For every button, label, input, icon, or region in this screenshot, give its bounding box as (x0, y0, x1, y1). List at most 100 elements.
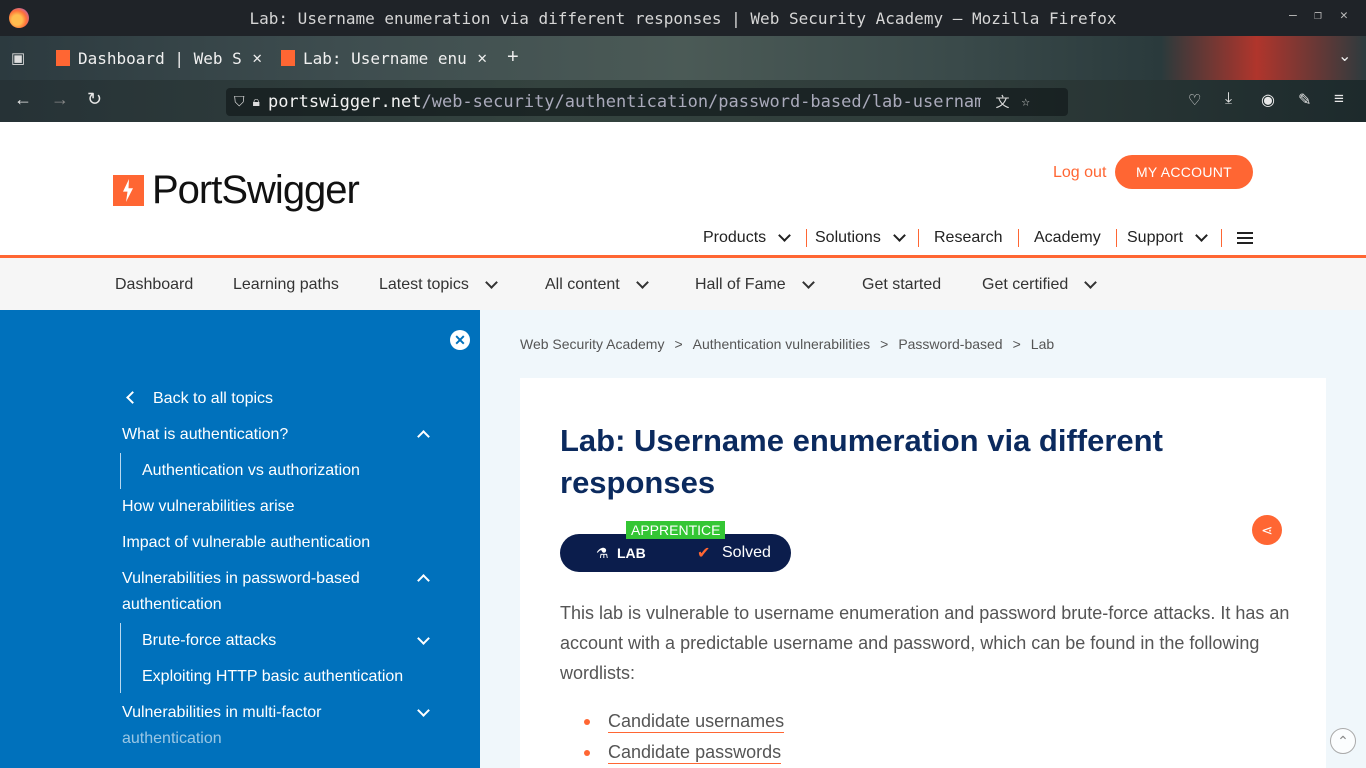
breadcrumb-authentication[interactable]: Authentication vulnerabilities (693, 336, 870, 352)
breadcrumb-separator: > (1012, 336, 1021, 352)
list-item: Candidate passwords (560, 737, 784, 768)
account-icon[interactable]: ◉ (1261, 90, 1275, 110)
firefox-logo-icon (9, 8, 29, 28)
back-arrow-icon[interactable]: ← (14, 89, 32, 110)
tab-bar: ▣ Dashboard | Web S ✕ Lab: Username enu … (0, 36, 1366, 80)
window-title: Lab: Username enumeration via different … (249, 8, 1117, 28)
lab-description: This lab is vulnerable to username enume… (560, 603, 1290, 683)
share-icon[interactable]: ⋖ (1252, 515, 1282, 545)
chevron-left-icon (126, 391, 139, 404)
forward-arrow-icon[interactable]: → (51, 89, 69, 110)
chevron-down-icon (1084, 276, 1098, 289)
sidebar-item-password-based[interactable]: Vulnerabilities in password-based (122, 570, 360, 588)
close-window-icon[interactable]: ✕ (1340, 8, 1348, 23)
sidebar-indent-line (120, 623, 121, 693)
logo-text: PortSwigger (152, 168, 360, 212)
minimize-icon[interactable]: — (1289, 8, 1297, 23)
level-badge: APPRENTICE (626, 521, 726, 539)
my-account-button[interactable]: MY ACCOUNT (1115, 155, 1253, 189)
extensions-icon[interactable]: ✎ (1298, 90, 1311, 110)
subnav-label: Hall of Fame (695, 276, 786, 293)
reload-icon[interactable]: ↻ (87, 89, 102, 110)
bookmark-star-icon[interactable]: ☆ (1021, 94, 1029, 110)
candidate-passwords-link[interactable]: Candidate passwords (608, 741, 782, 764)
chevron-down-icon (635, 276, 649, 289)
hamburger-menu-icon[interactable] (1237, 232, 1253, 244)
sidebar-indent-line (120, 453, 121, 489)
subnav-dashboard[interactable]: Dashboard (115, 276, 193, 294)
subnav-hall-of-fame[interactable]: Hall of Fame (695, 276, 815, 294)
close-tab-icon[interactable]: ✕ (477, 48, 487, 67)
subnav-latest-topics[interactable]: Latest topics (379, 276, 498, 294)
chevron-down-icon[interactable] (417, 632, 430, 645)
close-sidebar-icon[interactable]: ✕ (450, 330, 470, 350)
lock-icon[interactable]: 🔒︎ (253, 94, 260, 110)
lab-label: LAB (617, 545, 646, 561)
close-tab-icon[interactable]: ✕ (252, 48, 262, 67)
breadcrumb: Web Security Academy > Authentication vu… (520, 336, 1054, 352)
new-tab-icon[interactable]: + (507, 46, 519, 69)
subnav-learning-paths[interactable]: Learning paths (233, 276, 339, 294)
translate-icon[interactable]: 文 (995, 92, 1009, 112)
nav-support[interactable]: Support (1127, 229, 1208, 247)
pocket-icon[interactable]: ♡ (1188, 91, 1201, 109)
portswigger-logo[interactable]: PortSwigger (113, 168, 360, 213)
tab-list-icon[interactable]: ▣ (11, 49, 25, 67)
sidebar-item-impact[interactable]: Impact of vulnerable authentication (122, 534, 370, 552)
nav-products[interactable]: Products (703, 229, 792, 247)
chevron-up-icon[interactable] (417, 574, 430, 587)
subnav-get-started[interactable]: Get started (862, 276, 941, 294)
download-icon[interactable]: ⤓ (1225, 90, 1232, 108)
nav-research[interactable]: Research (934, 229, 1002, 247)
sidebar-item-what-is-authentication[interactable]: What is authentication? (122, 426, 288, 444)
tab-label: Lab: Username enu (303, 48, 467, 68)
site-header: PortSwigger Log out MY ACCOUNT Products … (0, 122, 1366, 258)
candidate-usernames-link[interactable]: Candidate usernames (608, 710, 785, 733)
breadcrumb-academy[interactable]: Web Security Academy (520, 336, 664, 352)
chevron-down-icon[interactable] (417, 704, 430, 717)
url-path: /web-security/authentication/password-ba… (421, 92, 982, 112)
window-titlebar: Lab: Username enumeration via different … (0, 0, 1366, 36)
sidebar-item-password-based-cont[interactable]: authentication (122, 596, 222, 614)
nav-divider (1221, 229, 1222, 247)
nav-academy[interactable]: Academy (1034, 229, 1101, 247)
nav-solutions[interactable]: Solutions (815, 229, 906, 247)
subnav-label: Latest topics (379, 276, 469, 293)
sidebar-item-http-basic-auth[interactable]: Exploiting HTTP basic authentication (142, 668, 403, 686)
checkmark-icon: ✔ (697, 545, 711, 562)
tab-label: Dashboard | Web S (78, 48, 242, 68)
subnav-all-content[interactable]: All content (545, 276, 649, 294)
chevron-up-icon[interactable] (417, 430, 430, 443)
chevron-down-icon (801, 276, 815, 289)
sidebar-item-how-vulnerabilities-arise[interactable]: How vulnerabilities arise (122, 498, 295, 516)
nav-label: Academy (1034, 229, 1101, 246)
subnav-get-certified[interactable]: Get certified (982, 276, 1098, 294)
sidebar-item-brute-force[interactable]: Brute-force attacks (142, 632, 276, 650)
url-host: portswigger.net (267, 92, 422, 112)
nav-label: Research (934, 229, 1003, 246)
lab-card: Lab: Username enumeration via different … (520, 378, 1326, 768)
main-content: Web Security Academy > Authentication vu… (480, 310, 1366, 768)
tab-dashboard[interactable]: Dashboard | Web S ✕ (56, 42, 262, 74)
topic-sidebar: ✕ Back to all topics What is authenticat… (0, 310, 480, 768)
sidebar-item-auth-vs-authorization[interactable]: Authentication vs authorization (142, 462, 360, 480)
chevron-down-icon (892, 229, 906, 242)
academy-subnav: Dashboard Learning paths Latest topics A… (0, 258, 1366, 310)
portswigger-logo-icon (113, 175, 144, 206)
sidebar-item-multi-factor[interactable]: Vulnerabilities in multi-factor (122, 704, 321, 722)
shield-icon[interactable]: ⛉ (234, 94, 245, 110)
tab-lab[interactable]: Lab: Username enu ✕ (281, 42, 487, 74)
breadcrumb-password-based[interactable]: Password-based (898, 336, 1002, 352)
tab-overflow-chevron-icon[interactable]: ⌄ (1338, 46, 1351, 66)
scroll-to-top-icon[interactable]: ⌃ (1330, 728, 1356, 754)
sidebar-item-multi-factor-cont[interactable]: authentication (122, 730, 222, 748)
nav-label: Support (1127, 229, 1184, 246)
logout-link[interactable]: Log out (1053, 164, 1106, 182)
maximize-icon[interactable]: ❐ (1314, 8, 1322, 23)
menu-icon[interactable]: ≡ (1334, 89, 1344, 109)
url-bar[interactable]: ⛉ 🔒︎ portswigger.net /web-security/authe… (226, 88, 1068, 116)
subnav-label: Get certified (982, 276, 1069, 293)
back-to-topics-link[interactable]: Back to all topics (153, 390, 273, 408)
breadcrumb-lab[interactable]: Lab (1031, 336, 1054, 352)
page-title: Lab: Username enumeration via different … (560, 423, 1163, 500)
